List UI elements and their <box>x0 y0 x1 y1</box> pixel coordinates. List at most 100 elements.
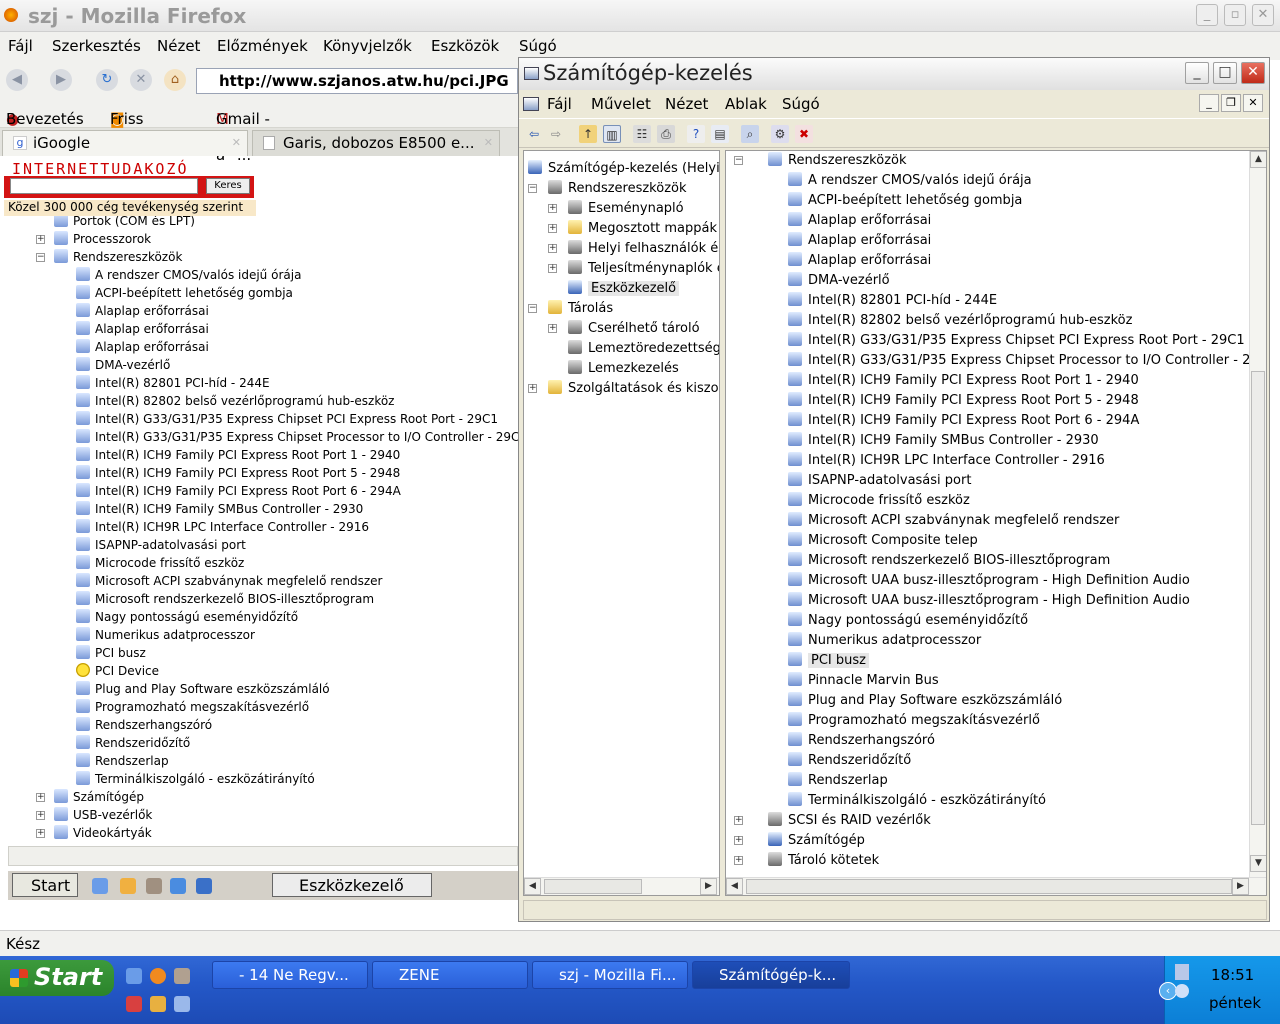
nav-disk-management[interactable]: Lemezkezelés <box>568 359 679 379</box>
device-item[interactable]: Microsoft ACPI szabványnak megfelelő ren… <box>788 511 1119 531</box>
stop-icon[interactable]: ✕ <box>130 69 152 91</box>
tree-item-processors[interactable]: Processzorok <box>54 230 151 248</box>
device-item[interactable]: Microcode frissítő eszköz <box>788 491 970 511</box>
tree-device-item[interactable]: A rendszer CMOS/valós idejű órája <box>76 266 301 284</box>
child-restore-button[interactable]: ❐ <box>1221 94 1241 112</box>
scroll-thumb[interactable] <box>746 879 1232 894</box>
up-folder-icon[interactable]: ↑ <box>579 125 597 143</box>
child-minimize-button[interactable]: _ <box>1199 94 1219 112</box>
network-tray-icon[interactable] <box>1175 964 1189 980</box>
tree-device-item[interactable]: Microsoft rendszerkezelő BIOS-illesztőpr… <box>76 590 374 608</box>
tree-device-item[interactable]: Intel(R) G33/G31/P35 Express Chipset PCI… <box>76 410 498 428</box>
expand-toggle-icon[interactable]: + <box>548 204 557 213</box>
tree-device-item[interactable]: Intel(R) G33/G31/P35 Express Chipset Pro… <box>76 428 518 446</box>
url-input[interactable]: http://www.szjanos.atw.hu/pci.JPG <box>196 68 518 94</box>
task-computer-management[interactable]: Számítógép-k... <box>692 961 850 989</box>
volume-tray-icon[interactable] <box>1175 984 1189 998</box>
device-item[interactable]: Intel(R) ICH9 Family PCI Express Root Po… <box>788 411 1139 431</box>
expand-toggle-icon[interactable]: + <box>528 384 537 393</box>
tree-device-item[interactable]: PCI busz <box>76 644 146 662</box>
show-pane-icon[interactable]: ▤ <box>711 125 729 143</box>
app-quicklaunch-icon[interactable] <box>126 996 142 1012</box>
expand-toggle-icon[interactable]: − <box>36 253 45 262</box>
firefox-minimize-button[interactable]: _ <box>1196 4 1218 26</box>
tree-device-item[interactable]: PCI Device <box>76 662 159 680</box>
device-item[interactable]: A rendszer CMOS/valós idejű órája <box>788 171 1032 191</box>
mmc-maximize-button[interactable]: □ <box>1213 62 1237 84</box>
device-vertical-scrollbar[interactable]: ▲ ▼ <box>1249 151 1266 877</box>
tree-device-item[interactable]: ACPI-beépített lehetőség gombja <box>76 284 293 302</box>
internettudakozo-search-button[interactable]: Keres <box>206 178 250 194</box>
nav-shared-folders[interactable]: Megosztott mappák <box>568 219 717 239</box>
tab-igoogle[interactable]: g iGoogle ✕ <box>2 130 248 156</box>
expand-toggle-icon[interactable]: + <box>734 836 743 845</box>
tree-device-item[interactable]: Alaplap erőforrásai <box>76 302 209 320</box>
show-tree-icon[interactable]: ▥ <box>603 125 621 143</box>
tree-device-item[interactable]: Nagy pontosságú eseményidőzítő <box>76 608 298 626</box>
task-zene[interactable]: ZENE <box>372 961 528 989</box>
scroll-down-arrow-icon[interactable]: ▼ <box>1250 855 1266 872</box>
nav-system-tools[interactable]: Rendszereszközök <box>548 179 687 199</box>
mmc-menu-help[interactable]: Súgó <box>782 95 820 113</box>
tree-device-item[interactable]: Intel(R) ICH9 Family PCI Express Root Po… <box>76 482 401 500</box>
expand-toggle-icon[interactable]: − <box>734 156 743 165</box>
tree-device-item[interactable]: Intel(R) ICH9 Family PCI Express Root Po… <box>76 464 400 482</box>
tree-item-usb[interactable]: USB-vezérlők <box>54 806 152 824</box>
forward-icon[interactable]: ▶ <box>50 69 72 91</box>
nav-horizontal-scrollbar[interactable]: ◀ ▶ <box>524 877 719 895</box>
help-icon[interactable]: ? <box>687 125 705 143</box>
tree-item-video[interactable]: Videokártyák <box>54 824 152 842</box>
uninstall-icon[interactable]: ✖ <box>795 125 813 143</box>
scroll-left-arrow-icon[interactable]: ◀ <box>726 878 743 895</box>
pencil-quicklaunch-icon[interactable] <box>150 996 166 1012</box>
device-category-scsi[interactable]: SCSI és RAID vezérlők <box>768 811 931 831</box>
tree-device-item[interactable]: Rendszerhangszóró <box>76 716 212 734</box>
device-item[interactable]: Plug and Play Software eszközszámláló <box>788 691 1062 711</box>
mmc-menu-action[interactable]: Művelet <box>591 95 651 113</box>
device-item[interactable]: Alaplap erőforrásai <box>788 211 931 231</box>
expand-toggle-icon[interactable]: + <box>548 244 557 253</box>
device-item[interactable]: Microsoft UAA busz-illesztőprogram - Hig… <box>788 571 1190 591</box>
menu-edit[interactable]: Szerkesztés <box>52 37 141 55</box>
expand-toggle-icon[interactable]: + <box>548 264 557 273</box>
tree-device-item[interactable]: Microsoft ACPI szabványnak megfelelő ren… <box>76 572 382 590</box>
task-firefox[interactable]: szj - Mozilla Fi... <box>532 961 688 989</box>
nav-storage[interactable]: Tárolás <box>548 299 613 319</box>
tree-device-item[interactable]: Intel(R) ICH9R LPC Interface Controller … <box>76 518 369 536</box>
nav-local-users[interactable]: Helyi felhasználók és <box>568 239 719 259</box>
tree-device-item[interactable]: Microcode frissítő eszköz <box>76 554 244 572</box>
device-item[interactable]: Pinnacle Marvin Bus <box>788 671 939 691</box>
menu-view[interactable]: Nézet <box>157 37 200 55</box>
expand-toggle-icon[interactable]: − <box>528 304 537 313</box>
tree-device-item[interactable]: Terminálkiszolgáló - eszközátirányító <box>76 770 315 788</box>
device-item[interactable]: Intel(R) ICH9R LPC Interface Controller … <box>788 451 1105 471</box>
device-category-computer[interactable]: Számítógép <box>768 831 865 851</box>
device-item[interactable]: DMA-vezérlő <box>788 271 890 291</box>
properties-icon[interactable]: ☷ <box>633 125 651 143</box>
start-button[interactable]: Start <box>0 960 114 996</box>
device-item[interactable]: Rendszerlap <box>788 771 888 791</box>
device-item[interactable]: Intel(R) 82802 belső vezérlőprogramú hub… <box>788 311 1132 331</box>
reload-icon[interactable]: ↻ <box>96 69 118 91</box>
device-item[interactable]: Rendszerhangszóró <box>788 731 935 751</box>
nav-removable-storage[interactable]: Cserélhető tároló <box>568 319 700 339</box>
tree-item-system-devices[interactable]: Rendszereszközök <box>54 248 182 266</box>
tree-device-item[interactable]: ISAPNP-adatolvasási port <box>76 536 246 554</box>
tool-quicklaunch-icon[interactable] <box>174 968 190 984</box>
nav-device-manager[interactable]: Eszközkezelő <box>568 279 680 299</box>
tree-device-item[interactable]: Intel(R) ICH9 Family PCI Express Root Po… <box>76 446 400 464</box>
expand-toggle-icon[interactable]: + <box>36 793 45 802</box>
scroll-up-arrow-icon[interactable]: ▲ <box>1250 151 1266 168</box>
tree-device-item[interactable]: Rendszerlap <box>76 752 169 770</box>
nav-defragmenter[interactable]: Lemeztöredezettség-m <box>568 339 719 359</box>
nav-services-apps[interactable]: Szolgáltatások és kiszolgá <box>548 379 719 399</box>
child-close-button[interactable]: ✕ <box>1243 94 1263 112</box>
device-item[interactable]: Terminálkiszolgáló - eszközátirányító <box>788 791 1046 811</box>
device-item[interactable]: ISAPNP-adatolvasási port <box>788 471 971 491</box>
tree-device-item[interactable]: Intel(R) ICH9 Family SMBus Controller - … <box>76 500 363 518</box>
clock-time[interactable]: 18:51 <box>1211 966 1254 984</box>
horizontal-scrollbar[interactable] <box>8 846 518 866</box>
update-driver-icon[interactable]: ⚙ <box>771 125 789 143</box>
device-category-volumes[interactable]: Tároló kötetek <box>768 851 879 871</box>
tree-device-item[interactable]: Intel(R) 82802 belső vezérlőprogramú hub… <box>76 392 394 410</box>
